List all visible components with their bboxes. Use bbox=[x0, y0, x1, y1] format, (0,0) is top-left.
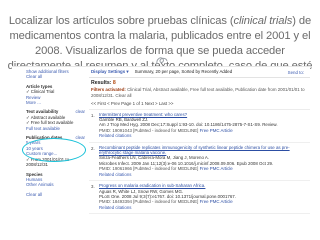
text-availability-clear-link[interactable]: clear bbox=[75, 109, 85, 114]
result-item: 2. Recombinant peptide replicates immuno… bbox=[89, 143, 310, 182]
free-pmc-link[interactable]: Free PMC Article bbox=[200, 199, 233, 204]
clear-all-bottom-link[interactable]: Clear all bbox=[26, 192, 85, 197]
pubmed-screenshot: Show additional filters Clear all Articl… bbox=[12, 66, 310, 238]
caption-text-pre: Localizar los artículos sobre pruebas cl… bbox=[8, 15, 234, 27]
results-panel: Display Settings Summary, 20 per page, S… bbox=[89, 67, 310, 238]
results-count: Results: 8 bbox=[91, 80, 116, 86]
display-settings-dropdown[interactable]: Display Settings bbox=[91, 69, 129, 74]
pagination[interactable]: << First < Prev Page 1 of 1 Next > Last … bbox=[89, 99, 310, 110]
related-citations-link[interactable]: Related citations bbox=[99, 172, 308, 177]
free-pmc-link[interactable]: Free PMC Article bbox=[200, 166, 233, 171]
publication-dates-clear-link[interactable]: clear bbox=[75, 135, 85, 140]
send-to-dropdown[interactable]: Send to: bbox=[288, 70, 304, 75]
result-title-link[interactable]: Recombinant peptide replicates immunogen… bbox=[99, 145, 308, 156]
result-item: 1. Intermittent preventive treatment: wh… bbox=[89, 110, 310, 143]
free-pmc-link[interactable]: Free PMC Article bbox=[200, 128, 233, 133]
caption-text-italic: clinical trials bbox=[233, 15, 293, 27]
related-citations-link[interactable]: Related citations bbox=[99, 205, 308, 210]
filters-activated: Filters activated: Clinical Trial, Abstr… bbox=[91, 87, 305, 98]
related-citations-link[interactable]: Related citations bbox=[99, 133, 308, 138]
display-summary: Summary, 20 per page, Sorted by Recently… bbox=[134, 69, 233, 75]
text-availability-highlight bbox=[22, 138, 86, 162]
result-item: 3. Progress on malaria eradication in su… bbox=[89, 181, 310, 215]
display-toolbar: Display Settings Summary, 20 per page, S… bbox=[89, 67, 310, 78]
